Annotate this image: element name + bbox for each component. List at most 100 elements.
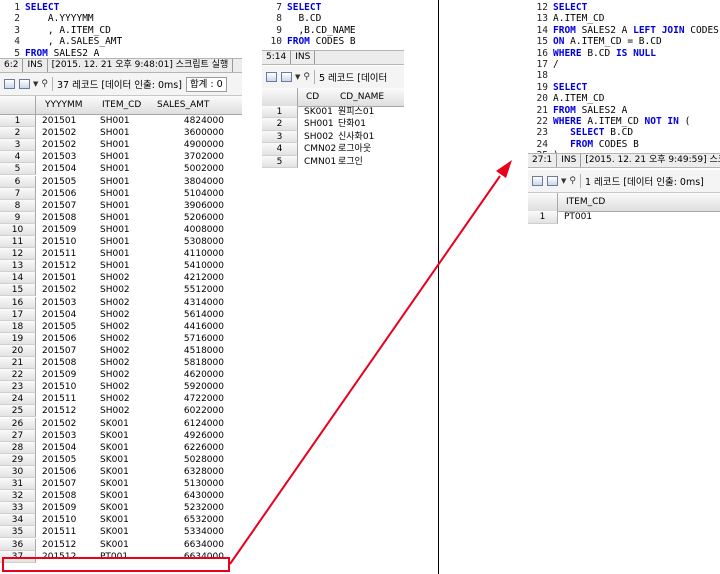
row-number[interactable]: 2 [0,127,36,140]
chevron-down-icon[interactable]: ▼ [33,80,38,88]
row-number[interactable]: 12 [0,248,36,261]
table-row[interactable]: 31 201507 SK001 5130000 [0,478,242,491]
table-cell[interactable]: 201508 [42,212,76,224]
table-cell[interactable]: SH001 [100,224,130,236]
code-line[interactable]: 21 FROM SALES2 A [528,104,720,116]
table-cell[interactable]: 201507 [42,345,76,357]
table-row[interactable]: 1 SK001 원피스01 [262,106,404,119]
grid-options-icon[interactable] [19,79,30,89]
table-cell[interactable]: 201506 [42,466,76,478]
row-number[interactable]: 1 [262,106,298,119]
table-row[interactable]: 8 201507 SH001 3906000 [0,199,242,212]
table-cell[interactable]: 로그인 [338,156,363,168]
code-line[interactable]: 23 SELECT B.CD [528,127,720,139]
row-number[interactable]: 11 [0,236,36,249]
table-cell[interactable]: 201509 [42,369,76,381]
table-cell[interactable]: 5308000 [155,236,224,248]
table-cell[interactable]: SK001 [100,418,129,430]
row-number[interactable]: 9 [0,211,36,224]
table-cell[interactable]: 5512000 [155,284,224,296]
result-grid[interactable]: CD CD_NAME 1 SK001 원피스01 2 SH001 단화01 3 SH002 신사화0… [262,88,404,172]
table-cell[interactable]: 201511 [42,393,76,405]
table-cell[interactable]: 201506 [42,333,76,345]
table-row[interactable]: 24 201511 SH002 4722000 [0,393,242,406]
table-cell[interactable]: 6328000 [155,466,224,478]
table-cell[interactable]: SH001 [304,118,334,130]
column-header[interactable]: SALES_AMT [157,96,209,114]
table-row[interactable]: 14 201501 SH002 4212000 [0,272,242,285]
table-cell[interactable]: 3600000 [155,127,224,139]
table-cell[interactable]: SK001 [304,106,333,118]
table-cell[interactable]: SK001 [100,514,129,526]
chevron-down-icon[interactable]: ▼ [295,73,300,81]
export-icon[interactable] [266,72,277,82]
table-cell[interactable]: 5028000 [155,454,224,466]
row-number[interactable]: 1 [528,211,558,224]
table-row[interactable]: 29 201505 SK001 5028000 [0,453,242,466]
table-cell[interactable]: SK001 [100,454,129,466]
table-cell[interactable]: SH002 [100,297,130,309]
table-cell[interactable]: 단화01 [338,118,366,130]
code-line[interactable]: 10 FROM CODES B [262,36,404,48]
row-number[interactable]: 32 [0,490,36,503]
result-grid[interactable]: ITEM_CD 1 PT001 [528,193,720,230]
table-row[interactable]: 26 201502 SK001 6124000 [0,417,242,430]
table-cell[interactable]: PT001 [564,211,592,224]
table-row[interactable]: 36 201512 SK001 6634000 [0,538,242,551]
row-number[interactable]: 4 [0,151,36,164]
table-cell[interactable]: 201502 [42,418,76,430]
row-number[interactable]: 35 [0,526,36,539]
code-line[interactable]: 18 [528,70,720,82]
table-cell[interactable]: SH001 [100,139,130,151]
sql-editor[interactable]: 7 SELECT 8 B.CD 9 ,B.CD_NAME 10 FROM CODES B [262,2,404,48]
table-cell[interactable]: 6124000 [155,418,224,430]
row-number[interactable]: 6 [0,175,36,188]
row-number[interactable]: 14 [0,272,36,285]
row-number[interactable]: 4 [262,143,298,156]
table-cell[interactable]: 201507 [42,478,76,490]
row-number[interactable]: 30 [0,465,36,478]
table-cell[interactable]: SH002 [100,321,130,333]
table-cell[interactable]: 201512 [42,405,76,417]
column-header[interactable]: ITEM_CD [566,193,605,211]
table-cell[interactable]: SK001 [100,466,129,478]
row-number[interactable]: 8 [0,199,36,212]
table-row[interactable]: 4 201503 SH001 3702000 [0,151,242,164]
sql-editor[interactable]: 1 SELECT 2 A.YYYYMM 3 , A.ITEM_CD 4 , A.SALE… [0,2,242,59]
table-cell[interactable]: 6226000 [155,442,224,454]
table-cell[interactable]: 4926000 [155,430,224,442]
table-cell[interactable]: 5104000 [155,188,224,200]
row-number[interactable]: 16 [0,296,36,309]
table-row[interactable]: 35 201511 SK001 5334000 [0,526,242,539]
table-cell[interactable]: SH002 [100,309,130,321]
table-cell[interactable]: SH001 [100,200,130,212]
code-line[interactable]: 24 FROM CODES B [528,138,720,151]
table-cell[interactable]: 201510 [42,381,76,393]
pin-icon[interactable]: ⚲ [41,79,48,89]
row-number[interactable]: 18 [0,320,36,333]
table-cell[interactable]: 3804000 [155,176,224,188]
table-row[interactable]: 22 201509 SH002 4620000 [0,369,242,382]
table-cell[interactable]: SH002 [100,333,130,345]
row-number[interactable]: 5 [0,163,36,176]
table-cell[interactable]: SH002 [100,284,130,296]
table-row[interactable]: 25 201512 SH002 6022000 [0,405,242,418]
table-cell[interactable]: SK001 [100,539,129,551]
table-cell[interactable]: SH002 [100,369,130,381]
table-cell[interactable]: 201501 [42,115,76,127]
table-row[interactable]: 2 SH001 단화01 [262,118,404,131]
table-cell[interactable]: SK001 [100,478,129,490]
table-cell[interactable]: 신사화01 [338,131,374,143]
table-cell[interactable]: 5232000 [155,502,224,514]
grid-options-icon[interactable] [281,72,292,82]
sum-box[interactable]: 합계 : 0 [185,76,227,92]
table-cell[interactable]: 201502 [42,127,76,139]
row-number[interactable]: 31 [0,478,36,491]
code-line[interactable]: 3 , A.ITEM_CD [0,24,242,37]
table-row[interactable]: 12 201511 SH001 4110000 [0,248,242,261]
table-cell[interactable]: 201507 [42,200,76,212]
row-number[interactable]: 34 [0,514,36,527]
table-cell[interactable]: 5130000 [155,478,224,490]
grid-options-icon[interactable] [547,176,558,186]
table-cell[interactable]: 4900000 [155,139,224,151]
